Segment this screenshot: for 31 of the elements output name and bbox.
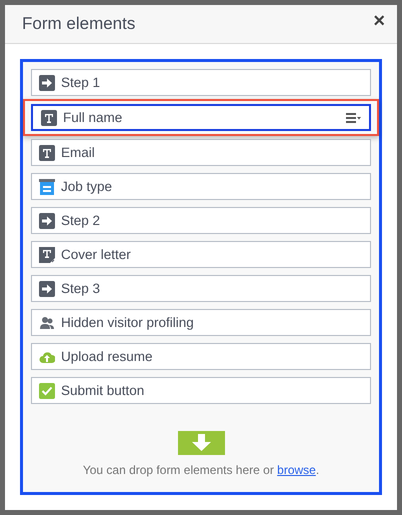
- form-element-item[interactable]: Job type: [31, 173, 371, 200]
- element-label: Cover letter: [61, 247, 132, 262]
- people-icon: [39, 314, 55, 330]
- form-element-item[interactable]: Submit button: [31, 377, 371, 404]
- element-label: Job type: [61, 179, 114, 194]
- form-element-item[interactable]: Cover letter: [31, 241, 371, 268]
- form-element-item[interactable]: Step 3: [31, 275, 371, 302]
- menu-icon[interactable]: [346, 112, 361, 124]
- text-icon: [39, 246, 55, 262]
- form-element-item[interactable]: Step 2: [31, 207, 371, 234]
- dialog-title: Form elements: [22, 14, 136, 34]
- element-label: Hidden visitor profiling: [61, 315, 195, 330]
- form-element-item[interactable]: Hidden visitor profiling: [31, 309, 371, 336]
- text-icon: [41, 110, 57, 126]
- drop-hint: You can drop form elements here or browse.: [82, 463, 320, 477]
- element-label: Email: [61, 145, 96, 160]
- form-element-item[interactable]: Email: [31, 139, 371, 166]
- element-label: Full name: [63, 110, 124, 125]
- text-icon: [39, 144, 55, 160]
- element-label: Step 1: [61, 75, 102, 90]
- dropdown-icon: [39, 178, 55, 194]
- browse-link[interactable]: browse: [277, 463, 316, 477]
- element-label: Upload resume: [61, 349, 154, 364]
- element-label: Step 2: [61, 213, 102, 228]
- check-icon: [39, 382, 55, 398]
- element-label: Step 3: [61, 281, 102, 296]
- close-button[interactable]: ×: [373, 11, 385, 31]
- form-element-item[interactable]: Step 1: [31, 69, 371, 96]
- form-element-item[interactable]: Upload resume: [31, 343, 371, 370]
- element-label: Submit button: [61, 383, 146, 398]
- form-element-item[interactable]: Full name: [31, 104, 371, 131]
